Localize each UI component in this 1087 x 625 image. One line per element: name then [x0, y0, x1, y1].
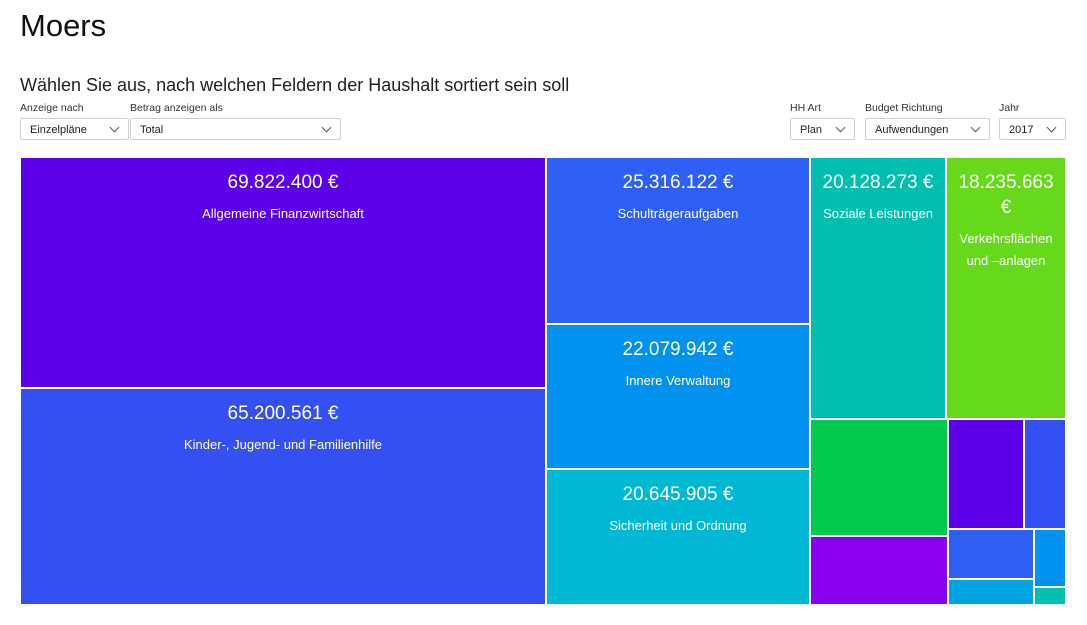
betrag-anzeigen-value: Total: [140, 124, 164, 136]
betrag-anzeigen-select[interactable]: Total: [130, 118, 341, 140]
tile-label: Kinder-, Jugend- und Familienhilfe: [184, 437, 382, 452]
anzeige-nach-label: Anzeige nach: [20, 102, 84, 114]
treemap-tile-small[interactable]: [948, 579, 1034, 605]
treemap-tile-small[interactable]: [1024, 419, 1066, 529]
anzeige-nach-value: Einzelpläne: [30, 124, 87, 136]
budget-richtung-select[interactable]: Aufwendungen: [865, 118, 990, 140]
tile-value: 69.822.400 €: [227, 172, 339, 193]
tile-label: Innere Verwaltung: [625, 373, 731, 388]
jahr-label: Jahr: [999, 102, 1020, 114]
tile-value: 20.128.273 €: [822, 172, 934, 193]
hh-art-value: Plan: [800, 124, 823, 136]
budget-richtung-label: Budget Richtung: [865, 102, 943, 114]
treemap-tile[interactable]: 18.235.663 € Verkehrsflächen und –anlagen: [946, 157, 1066, 419]
chevron-down-icon: [970, 122, 981, 133]
treemap-tile[interactable]: 69.822.400 € Allgemeine Finanzwirtschaft: [20, 157, 546, 388]
jahr-value: 2017: [1009, 124, 1034, 136]
page-subtitle: Wählen Sie aus, nach welchen Feldern der…: [20, 75, 570, 95]
treemap-tile[interactable]: 20.128.273 € Soziale Leistungen: [810, 157, 946, 419]
tile-label: Schulträgeraufgaben: [617, 206, 739, 221]
budget-richtung-value: Aufwendungen: [875, 124, 949, 136]
chevron-down-icon: [1046, 122, 1057, 133]
treemap-tile-small[interactable]: [1034, 587, 1066, 605]
betrag-anzeigen-label: Betrag anzeigen als: [130, 102, 223, 114]
treemap-tile[interactable]: 22.079.942 € Innere Verwaltung: [546, 324, 810, 469]
chevron-down-icon: [835, 122, 846, 133]
tile-value: 65.200.561 €: [227, 403, 339, 424]
hh-art-label: HH Art: [790, 102, 821, 114]
tile-value: 18.235.663 €: [958, 172, 1054, 218]
tile-label: Soziale Leistungen: [823, 206, 933, 221]
treemap-tile[interactable]: 65.200.561 € Kinder-, Jugend- und Familie…: [20, 388, 546, 605]
treemap-tile[interactable]: 25.316.122 € Schulträgeraufgaben: [546, 157, 810, 324]
chevron-down-icon: [109, 122, 120, 133]
treemap-tile-small[interactable]: [810, 536, 948, 605]
treemap-tile-small[interactable]: [948, 419, 1024, 529]
treemap-tile[interactable]: 20.645.905 € Sicherheit und Ordnung: [546, 469, 810, 605]
treemap-tile-small[interactable]: [1034, 529, 1066, 587]
tile-label: Sicherheit und Ordnung: [609, 518, 747, 533]
jahr-select[interactable]: 2017: [999, 118, 1066, 140]
page-title: Moers: [20, 8, 107, 43]
tile-label: Allgemeine Finanzwirtschaft: [202, 206, 364, 221]
tile-label: Verkehrsflächen und –anlagen: [959, 231, 1053, 268]
treemap-tile-small[interactable]: [948, 529, 1034, 579]
tile-value: 20.645.905 €: [622, 484, 734, 505]
anzeige-nach-select[interactable]: Einzelpläne: [20, 118, 129, 140]
hh-art-select[interactable]: Plan: [790, 118, 855, 140]
treemap-tile-small[interactable]: [810, 419, 948, 536]
tile-value: 25.316.122 €: [622, 172, 734, 193]
budget-treemap: 69.822.400 € Allgemeine Finanzwirtschaft 6…: [20, 157, 1066, 605]
chevron-down-icon: [321, 122, 332, 133]
tile-value: 22.079.942 €: [622, 339, 734, 360]
